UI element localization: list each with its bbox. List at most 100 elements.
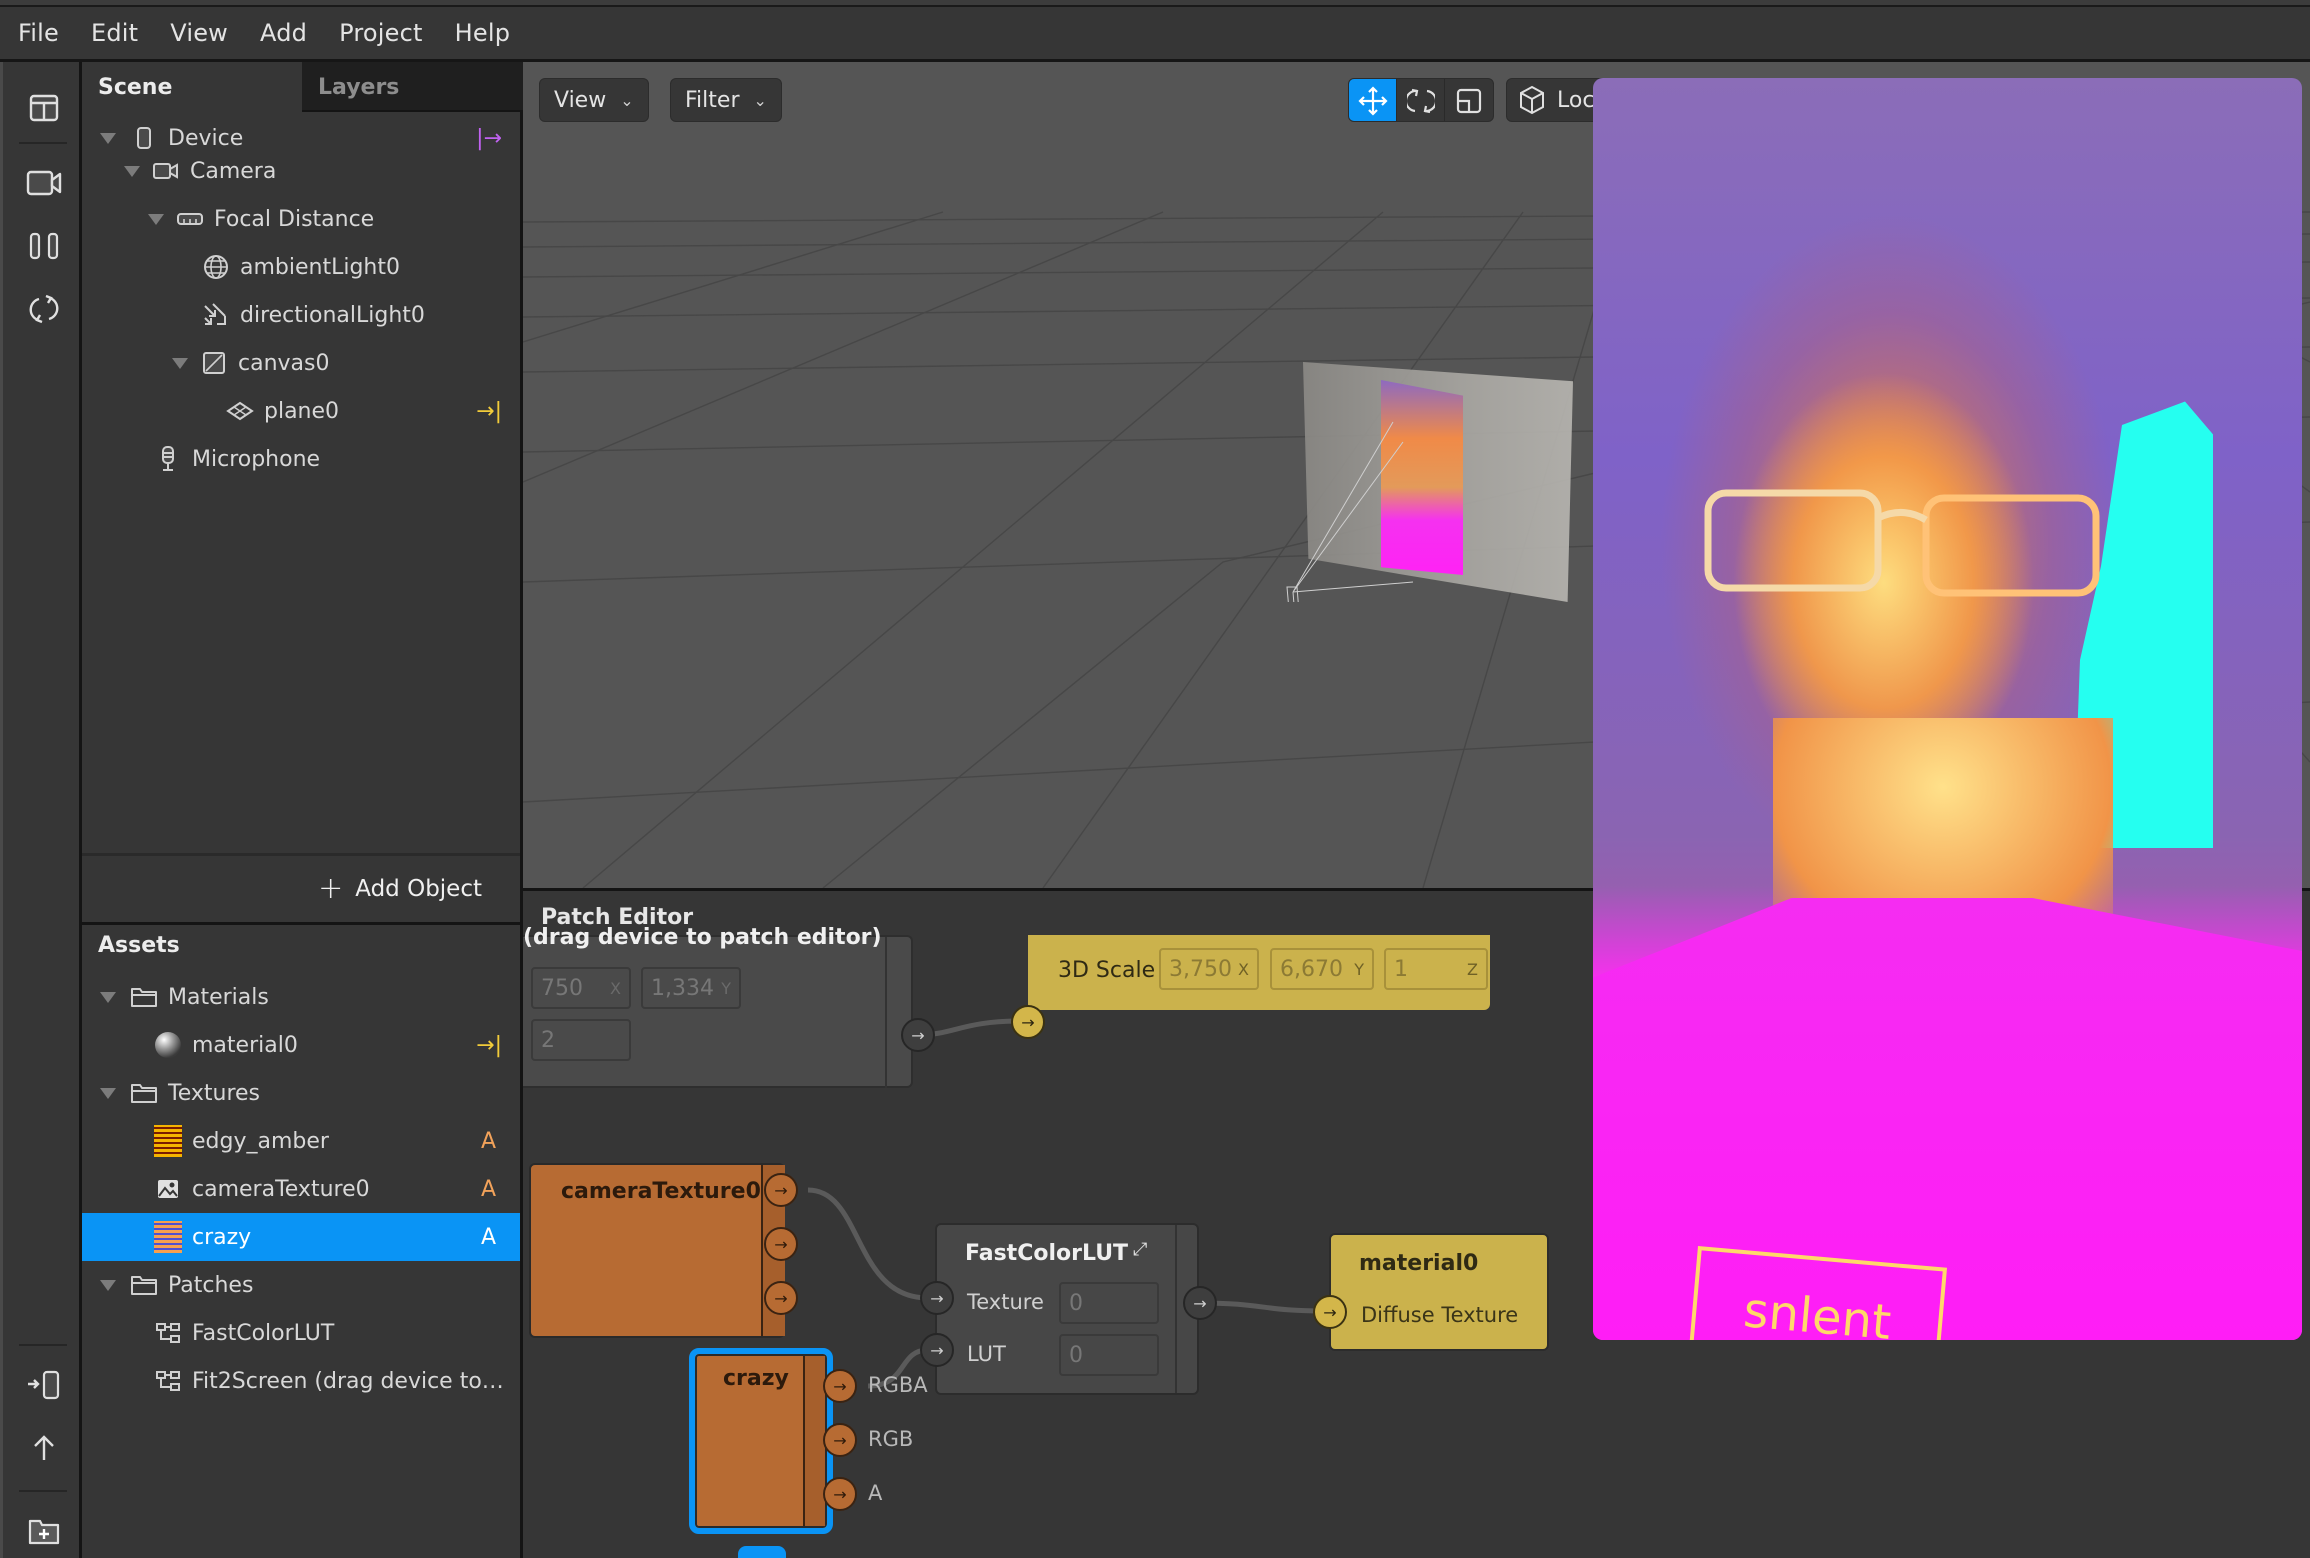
- scale-y-field[interactable]: 6,670 Y: [1270, 948, 1374, 990]
- menu-file[interactable]: File: [18, 19, 59, 47]
- tab-scene[interactable]: Scene: [82, 62, 302, 112]
- expand-triangle-icon[interactable]: [148, 213, 164, 225]
- tree-item-directionallight0[interactable]: directionalLight0: [82, 291, 520, 339]
- plane-action-icon[interactable]: →|: [476, 399, 502, 424]
- asset-edgy-amber[interactable]: edgy_amber A: [82, 1117, 520, 1165]
- scale-z-field[interactable]: 1Z: [1384, 948, 1488, 990]
- asset-label: Materials: [168, 984, 269, 1010]
- expand-triangle-icon[interactable]: [172, 357, 188, 369]
- rotate-icon: [1406, 88, 1435, 114]
- node-output-strip: [803, 1356, 825, 1526]
- axis-label: X: [1238, 959, 1249, 979]
- cameratexture0-node[interactable]: cameraTexture0: [529, 1163, 785, 1338]
- lut-input-field[interactable]: 0: [1059, 1334, 1159, 1376]
- crazy-output-a-port[interactable]: →: [823, 1477, 857, 1511]
- scale-tool-button[interactable]: [1445, 79, 1493, 121]
- camera-icon: [152, 157, 180, 185]
- video-camera-icon[interactable]: [23, 162, 65, 204]
- asset-patch-fastcolorlut[interactable]: FastColorLUT: [82, 1309, 520, 1357]
- menu-help[interactable]: Help: [455, 19, 511, 47]
- fit2screen-x-field[interactable]: 750 X: [531, 967, 631, 1009]
- texture-input-port[interactable]: →: [920, 1281, 954, 1315]
- refresh-icon[interactable]: [23, 288, 65, 330]
- crazy-output-rgb-port[interactable]: →: [823, 1423, 857, 1457]
- tab-layers[interactable]: Layers: [302, 62, 523, 112]
- field-value: 3,750: [1169, 956, 1232, 982]
- lut-input-port[interactable]: →: [920, 1333, 954, 1367]
- globe-icon: [202, 253, 230, 281]
- filter-dropdown[interactable]: Filter ⌄: [670, 78, 782, 122]
- connection-lut-to-material: [1199, 1300, 1324, 1314]
- tree-item-label: canvas0: [238, 350, 330, 376]
- send-to-device-icon[interactable]: [23, 1364, 65, 1406]
- rotate-tool-button[interactable]: [1397, 79, 1445, 121]
- menu-view[interactable]: View: [170, 19, 228, 47]
- tree-item-plane0[interactable]: plane0 →|: [82, 387, 520, 435]
- asset-patch-fit2screen[interactable]: Fit2Screen (drag device to…: [82, 1357, 520, 1405]
- diffuse-texture-input-port[interactable]: →: [1313, 1295, 1347, 1329]
- upload-icon[interactable]: [23, 1427, 65, 1469]
- expand-triangle-icon[interactable]: [100, 132, 116, 144]
- asset-cameratexture0[interactable]: cameraTexture0 A: [82, 1165, 520, 1213]
- menu-edit[interactable]: Edit: [91, 19, 138, 47]
- scale-x-field[interactable]: 3,750 X: [1159, 948, 1259, 990]
- new-folder-icon[interactable]: [23, 1510, 65, 1552]
- asset-folder-materials[interactable]: Materials: [82, 973, 520, 1021]
- pause-icon[interactable]: [23, 225, 65, 267]
- fit2screen-output-port[interactable]: →: [901, 1018, 935, 1052]
- fit2screen-y-field[interactable]: 1,334 Y: [641, 967, 741, 1009]
- fastcolorlut-node[interactable]: FastColorLUT ⤢ Texture 0 LUT 0: [935, 1223, 1199, 1395]
- asset-label: Textures: [168, 1080, 260, 1106]
- left-toolbar: [0, 62, 82, 1558]
- folder-icon: [130, 983, 158, 1011]
- asset-material0[interactable]: material0 →|: [82, 1021, 520, 1069]
- crazy-node[interactable]: crazy: [689, 1348, 833, 1534]
- tree-item-camera[interactable]: Camera: [82, 147, 520, 195]
- tree-item-label: plane0: [264, 398, 340, 424]
- menu-bar: File Edit View Add Project Help: [0, 7, 2310, 62]
- tree-item-microphone[interactable]: Microphone: [82, 435, 520, 483]
- material-action-icon[interactable]: →|: [476, 1033, 502, 1058]
- expand-triangle-icon[interactable]: [100, 1087, 116, 1099]
- asset-badge: A: [480, 1176, 496, 1202]
- tree-item-focal-distance[interactable]: Focal Distance: [82, 195, 520, 243]
- axis-label: Y: [1354, 959, 1364, 979]
- material-sphere-icon: [154, 1031, 182, 1059]
- menu-project[interactable]: Project: [339, 19, 423, 47]
- camera-frustum: [1286, 421, 1414, 602]
- lut-texture-icon: [154, 1125, 182, 1157]
- asset-folder-textures[interactable]: Textures: [82, 1069, 520, 1117]
- expand-icon[interactable]: ⤢: [1133, 1239, 1147, 1260]
- texture-input-field[interactable]: 0: [1059, 1282, 1159, 1324]
- layout-icon[interactable]: [23, 87, 65, 129]
- fit2screen-node[interactable]: (drag device to patch editor) 750 X 1,334…: [523, 925, 913, 1088]
- asset-label: edgy_amber: [192, 1128, 329, 1154]
- microphone-icon: [154, 445, 182, 473]
- asset-folder-patches[interactable]: Patches: [82, 1261, 520, 1309]
- menu-add[interactable]: Add: [260, 19, 307, 47]
- rail-divider: [19, 1344, 67, 1346]
- expand-triangle-icon[interactable]: [124, 165, 140, 177]
- cameratexture0-output-port-1[interactable]: →: [764, 1173, 798, 1207]
- asset-label: cameraTexture0: [192, 1176, 370, 1202]
- material0-node[interactable]: material0 Diffuse Texture: [1329, 1233, 1549, 1351]
- tree-item-ambientlight0[interactable]: ambientLight0: [82, 243, 520, 291]
- view-dropdown-label: View: [554, 87, 607, 113]
- tree-item-canvas0[interactable]: canvas0: [82, 339, 520, 387]
- view-dropdown[interactable]: View ⌄: [539, 78, 649, 122]
- cameratexture0-output-port-2[interactable]: →: [764, 1227, 798, 1261]
- scale-3d-input-port[interactable]: →: [1011, 1005, 1045, 1039]
- fit2screen-scale-field[interactable]: 2: [531, 1019, 631, 1061]
- expand-triangle-icon[interactable]: [100, 991, 116, 1003]
- chevron-down-icon: ⌄: [753, 90, 767, 110]
- add-object-button[interactable]: + Add Object: [82, 853, 520, 921]
- device-camera-preview[interactable]: snlent: [1593, 78, 2302, 1340]
- asset-crazy[interactable]: crazy A: [82, 1213, 520, 1261]
- expand-triangle-icon[interactable]: [100, 1279, 116, 1291]
- crazy-output-rgba-port[interactable]: →: [823, 1369, 857, 1403]
- move-tool-button[interactable]: [1349, 79, 1397, 121]
- fastcolorlut-output-port[interactable]: →: [1183, 1286, 1217, 1320]
- cameratexture0-output-port-3[interactable]: →: [764, 1281, 798, 1315]
- connection-cameratexture-to-texture: [807, 1187, 929, 1301]
- scale-3d-node[interactable]: 3D Scale 3,750 X 6,670 Y 1Z: [1028, 935, 1490, 1010]
